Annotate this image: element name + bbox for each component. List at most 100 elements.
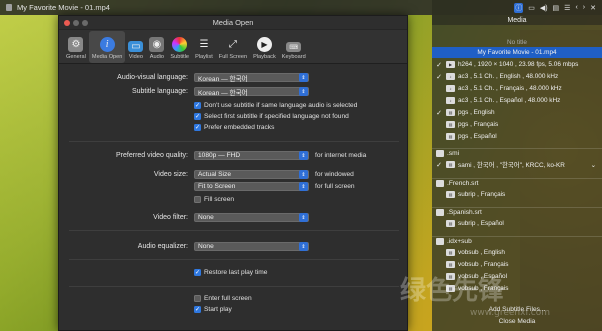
close-window-button[interactable] bbox=[64, 20, 70, 26]
windowed-note: for windowed bbox=[315, 171, 354, 178]
tab-video[interactable]: ▭ Video bbox=[125, 31, 146, 63]
subtitle-track-icon: ▤ bbox=[446, 133, 455, 140]
monitor-icon[interactable]: ▭ bbox=[528, 4, 535, 12]
no-same-language-subtitle-checkbox[interactable]: ✓ Don't use subtitle if same language aud… bbox=[194, 102, 357, 109]
subtitle-icon bbox=[172, 37, 188, 52]
media-open-dialog: Media Open ⚙ General i Media Open ▭ Video ◉… bbox=[58, 15, 408, 331]
speaker-icon[interactable]: ◀) bbox=[540, 4, 548, 12]
file-icon bbox=[436, 180, 444, 187]
chevron-updown-icon: ⇕ bbox=[299, 151, 308, 160]
subtitle-file-header[interactable]: .Spanish.srt bbox=[432, 207, 602, 217]
track-item[interactable]: ▤ pgs , Español bbox=[432, 131, 602, 142]
fullscreen-note: for full screen bbox=[315, 183, 355, 190]
track-item[interactable]: ♪ ac3 , 5.1 Ch. , Español , 48.000 kHz bbox=[432, 95, 602, 106]
video-filter-select[interactable]: None ⇕ bbox=[194, 213, 309, 222]
close-icon[interactable]: ✕ bbox=[590, 4, 596, 12]
tab-general[interactable]: ⚙ General bbox=[63, 31, 89, 63]
track-item[interactable]: ▤ vobsub , Français bbox=[432, 259, 602, 270]
chevron-updown-icon: ⇕ bbox=[299, 87, 308, 96]
no-title-label: No title bbox=[507, 38, 527, 46]
track-item[interactable]: ▤ subrip , Français bbox=[432, 189, 602, 200]
list-icon[interactable]: ☰ bbox=[564, 4, 570, 12]
subtitle-track-icon: ▤ bbox=[446, 191, 455, 198]
audio-track-icon: ♪ bbox=[446, 97, 455, 104]
media-file-item[interactable]: My Favorite Movie - 01.mp4 bbox=[432, 47, 602, 58]
checkmark-icon: ✓ bbox=[194, 102, 201, 109]
play-icon: ▶ bbox=[256, 37, 272, 52]
checkmark-icon: ✓ bbox=[436, 73, 442, 81]
video-size-windowed-select[interactable]: Actual Size ⇕ bbox=[194, 170, 309, 179]
divider bbox=[69, 286, 399, 287]
video-filter-label: Video filter: bbox=[153, 214, 188, 221]
monitor-icon: ▭ bbox=[128, 41, 144, 52]
subtitle-icon[interactable]: ▤ bbox=[553, 4, 560, 12]
subtitle-track-icon: ▤ bbox=[446, 220, 455, 227]
prefer-embedded-checkbox[interactable]: ✓ Prefer embedded tracks bbox=[194, 124, 274, 131]
audio-equalizer-label: Audio equalizer: bbox=[137, 243, 188, 250]
video-size-fullscreen-select[interactable]: Fit to Screen ⇕ bbox=[194, 182, 309, 191]
track-item[interactable]: ✓ ▤ sami , 한국어 , "한국어", KRCC, ko-KR ⌄ bbox=[432, 159, 602, 170]
subtitle-track-icon: ▤ bbox=[446, 161, 455, 168]
divider bbox=[69, 230, 399, 231]
file-icon bbox=[436, 238, 444, 245]
tab-playback[interactable]: ▶ Playback bbox=[250, 31, 279, 63]
player-title-bar: My Favorite Movie - 01.mp4 bbox=[0, 0, 432, 15]
track-item[interactable]: ▤ vobsub , English bbox=[432, 247, 602, 258]
tab-full-screen[interactable]: ⤢ Full Screen bbox=[216, 31, 250, 63]
info-icon: i bbox=[99, 37, 115, 52]
file-icon bbox=[6, 4, 12, 11]
chevron-updown-icon: ⇕ bbox=[299, 73, 308, 82]
chevron-left-icon[interactable]: ‹ bbox=[575, 4, 577, 11]
audio-equalizer-select[interactable]: None ⇕ bbox=[194, 242, 309, 251]
minimize-window-button[interactable] bbox=[73, 20, 79, 26]
track-item[interactable]: ♪ ac3 , 5.1 Ch. , Français , 48.000 kHz bbox=[432, 83, 602, 94]
file-icon bbox=[436, 209, 444, 216]
zoom-window-button[interactable] bbox=[82, 20, 88, 26]
chevron-right-icon[interactable]: › bbox=[583, 4, 585, 11]
select-first-subtitle-checkbox[interactable]: ✓ Select first subtitle if specified lang… bbox=[194, 113, 349, 120]
video-quality-note: for internet media bbox=[315, 152, 367, 159]
tab-media-open[interactable]: i Media Open bbox=[88, 31, 126, 63]
subtitle-file-header[interactable]: .idx+sub bbox=[432, 236, 602, 246]
watermark-logo: 绿色先锋 bbox=[400, 276, 505, 306]
subtitle-file-header[interactable]: .smi bbox=[432, 148, 602, 158]
tab-playlist[interactable]: ☰ Playlist bbox=[192, 31, 216, 63]
chevron-updown-icon: ⇕ bbox=[299, 182, 308, 191]
subtitle-file-header[interactable]: .French.srt bbox=[432, 178, 602, 188]
tab-audio[interactable]: ◉ Audio bbox=[146, 31, 167, 63]
enter-full-screen-checkbox[interactable]: Enter full screen bbox=[194, 295, 252, 302]
start-play-checkbox[interactable]: ✓ Start play bbox=[194, 306, 232, 313]
subtitle-track-icon: ▤ bbox=[446, 249, 455, 256]
video-track-icon: ▶ bbox=[446, 61, 455, 68]
video-quality-select[interactable]: 1080p — FHD ⇕ bbox=[194, 151, 309, 160]
chevron-down-icon[interactable]: ⌄ bbox=[591, 161, 602, 169]
av-language-label: Audio-visual language: bbox=[117, 74, 188, 81]
chevron-updown-icon: ⇕ bbox=[299, 170, 308, 179]
divider bbox=[69, 259, 399, 260]
video-size-label: Video size: bbox=[153, 171, 188, 178]
info-icon[interactable]: ⓘ bbox=[514, 2, 524, 13]
track-item[interactable]: ✓ ♪ ac3 , 5.1 Ch. , English , 48.000 kHz bbox=[432, 71, 602, 82]
video-quality-label: Preferred video quality: bbox=[116, 152, 188, 159]
fullscreen-icon: ⤢ bbox=[228, 39, 237, 50]
checkmark-icon: ✓ bbox=[194, 269, 201, 276]
background-video-left bbox=[0, 15, 60, 331]
dialog-title-bar: Media Open bbox=[59, 16, 407, 30]
sub-language-select[interactable]: Korean — 한국어 ⇕ bbox=[194, 87, 309, 97]
track-item[interactable]: ▤ subrip , Español bbox=[432, 218, 602, 229]
watermark-url: www.greenxf.com bbox=[470, 308, 551, 318]
audio-track-icon: ♪ bbox=[446, 85, 455, 92]
track-item[interactable]: ✓ ▶ h264 , 1920 × 1040 , 23.98 fps, 5.06 m… bbox=[432, 59, 602, 70]
checkmark-icon: ✓ bbox=[436, 109, 442, 117]
divider bbox=[69, 141, 399, 142]
tab-subtitle[interactable]: Subtitle bbox=[167, 31, 192, 63]
chevron-updown-icon: ⇕ bbox=[299, 242, 308, 251]
checkmark-icon: ✓ bbox=[194, 113, 201, 120]
fill-screen-checkbox[interactable]: Fill screen bbox=[194, 196, 234, 203]
preferences-toolbar: ⚙ General i Media Open ▭ Video ◉ Audio Subti… bbox=[59, 30, 407, 64]
track-item[interactable]: ✓ ▤ pgs , English bbox=[432, 107, 602, 118]
restore-play-time-checkbox[interactable]: ✓ Restore last play time bbox=[194, 269, 267, 276]
track-item[interactable]: ▤ pgs , Français bbox=[432, 119, 602, 130]
tab-keyboard[interactable]: ⌨ Keyboard bbox=[279, 31, 309, 63]
av-language-select[interactable]: Korean — 한국어 ⇕ bbox=[194, 73, 309, 83]
